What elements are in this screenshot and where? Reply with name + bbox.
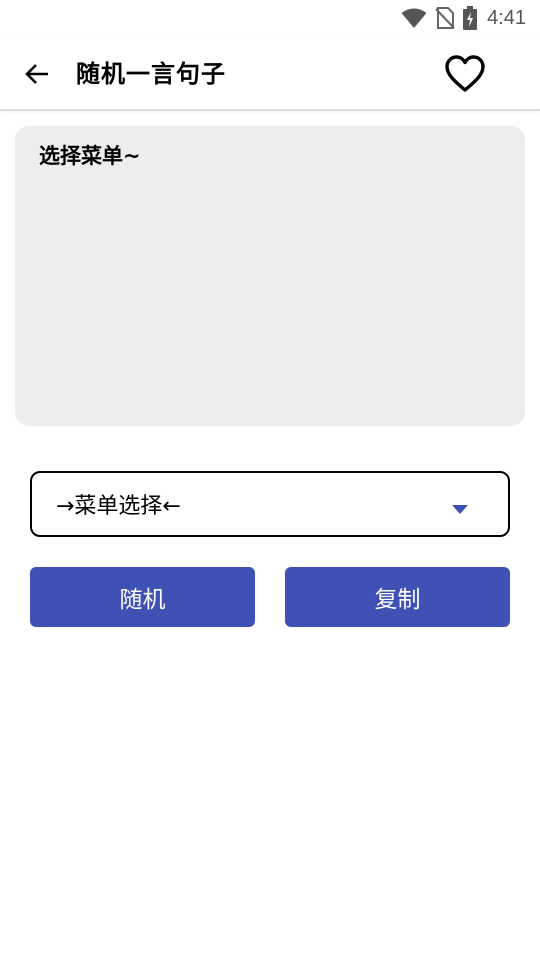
random-button[interactable]: 随机: [30, 567, 255, 627]
menu-select-value: →菜单选择←: [56, 494, 181, 519]
battery-charging-icon: [463, 6, 478, 30]
arrow-back-icon[interactable]: [22, 60, 52, 88]
status-bar: 4:41: [0, 0, 540, 36]
copy-button[interactable]: 复制: [285, 567, 510, 627]
quote-card: 选择菜单~: [15, 126, 525, 426]
chevron-down-icon: [452, 500, 468, 519]
no-sim-icon: [435, 7, 455, 29]
quote-text: 选择菜单~: [39, 144, 141, 168]
app-bar: 随机一言句子: [0, 36, 540, 111]
wifi-icon: [401, 7, 427, 29]
menu-select[interactable]: →菜单选择←: [30, 471, 510, 537]
heart-outline-icon[interactable]: [444, 54, 486, 94]
status-time: 4:41: [487, 6, 526, 29]
page-title: 随机一言句子: [76, 60, 226, 88]
